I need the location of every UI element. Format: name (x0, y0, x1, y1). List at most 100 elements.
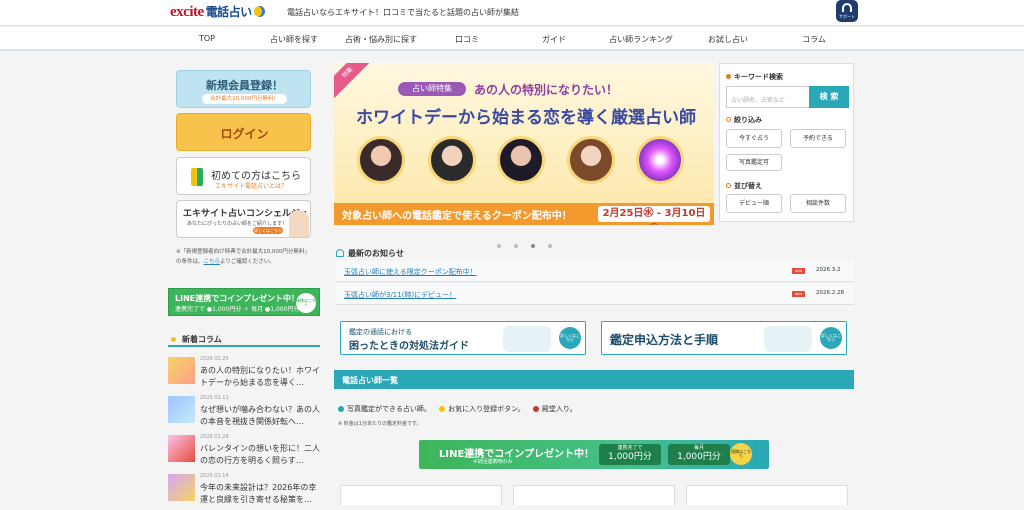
legend-text: 殿堂入り。 (541, 405, 577, 413)
column-date: 2026.02.25 (200, 356, 229, 362)
concierge-banner[interactable]: エキサイト占いコンシェルジュ あなたにぴったりの占い師をご紹介します！ 詳しくは… (176, 200, 311, 238)
news-link[interactable]: 玉弧占い師が3/11(時)にデビュー！ (344, 290, 456, 300)
news-heading-text: 最新のお知らせ (348, 249, 404, 258)
legend-text: お気に入り登録ボタン。 (448, 405, 525, 413)
fee-note: ※ 料金は1分あたりの鑑定料金です。 (338, 421, 422, 427)
trouble-guide-banner[interactable]: 鑑定の通話における 困ったときの対処法ガイド 詳しくはこちら (340, 321, 586, 355)
register-button[interactable]: 新規会員登録！ 合計最大10,000円分無料！ (176, 70, 311, 108)
column-title[interactable]: なぜ想いが噛み合わない？あの人の本音を視抜き関係好転へ… (200, 404, 320, 428)
first-time-button[interactable]: 初めての方はこちら エキサイト電話占いとは？ (176, 157, 311, 195)
news-item[interactable]: 玉弧占い師が3/11(時)にデビュー！ NEW 2026.2.28 (336, 284, 854, 305)
news-date: 2026.2.28 (816, 290, 844, 296)
logo-excite: excite (170, 4, 204, 20)
first-time-sub: エキサイト電話占いとは？ (215, 183, 288, 190)
icon-legend: 写真鑑定ができる占い師。 お気に入り登録ボタン。 殿堂入り。 (338, 404, 577, 414)
column-thumbnail (168, 396, 195, 423)
carousel-dot[interactable] (531, 244, 535, 248)
login-button[interactable]: ログイン (176, 113, 311, 151)
banner-bottom-strip: 対象占い師への電話鑑定で使えるクーポン配布中！ 2月25日㊌ - 3月10日㊋ (334, 203, 714, 225)
column-item[interactable]: 2026.01.14 今年の未来設計は？2026年の幸運と良縁を引き寄せる秘策を… (168, 473, 320, 510)
nav-top[interactable]: TOP (157, 34, 257, 43)
coin-pill-1: 連携完了で 1,000円分 (599, 444, 661, 465)
teller-card[interactable] (686, 485, 848, 505)
hall-of-fame-icon (532, 406, 539, 412)
concierge-sub: あなたにぴったりの占い師をご紹介します！ (187, 221, 288, 227)
column-thumbnail (168, 474, 195, 501)
teller-card[interactable] (513, 485, 675, 505)
filter-now[interactable]: 今すぐ占う (726, 129, 782, 148)
sort-consult-count[interactable]: 相談件数 (790, 194, 846, 213)
sort-heading: 並び替え (726, 181, 762, 191)
filter-heading-text: 絞り込み (734, 116, 762, 124)
filter-reserve[interactable]: 予約できる (790, 129, 846, 148)
banner-dates: 2月25日㊌ - 3月10日㊋ (598, 206, 710, 225)
nav-by-method[interactable]: 占術・悩み別に探す (331, 34, 431, 45)
note-link[interactable]: こちら (204, 259, 221, 265)
note-text-a: ※「新規登録者向け特典で合計最大10,000円分無料」 (176, 249, 310, 255)
main-nav: TOP 占い師を探す 占術・悩み別に探す 口コミ ガイド 占い師ランキング お試… (0, 27, 1024, 51)
teller-list-heading: 電話占い師一覧 (334, 370, 854, 389)
fortune-teller-portrait (636, 136, 684, 184)
support-button[interactable]: サポート (836, 0, 858, 22)
guide-illustration (503, 326, 551, 352)
line-main-title: LINE連携でコインプレゼント中！ (439, 449, 594, 460)
site-tagline: 電話占いならエキサイト！口コミで当たると話題の占い師が集結 (287, 8, 519, 17)
circle-icon (726, 117, 731, 122)
login-label: ログイン (220, 127, 269, 141)
guide-more-button[interactable]: 詳しくはこちら (559, 327, 581, 349)
howto-guide-banner[interactable]: 鑑定申込方法と手順 詳しくはこちら (601, 321, 847, 355)
line-banner-title: LINE連携でコインプレゼント中！ (175, 294, 299, 303)
carousel-dot[interactable] (514, 244, 518, 248)
register-note: ※「新規登録者向け特典で合計最大10,000円分無料」 の条件は、こちらよりご確認… (176, 247, 316, 267)
line-main-sub: ※初回連携時のみ (473, 459, 513, 465)
photo-icon (338, 406, 344, 412)
sort-heading-text: 並び替え (734, 182, 762, 190)
column-title[interactable]: あの人の特別になりたい！ホワイトデーから始まる恋を導く… (200, 365, 320, 389)
guide-sub: 鑑定の通話における (349, 328, 412, 336)
line-coin-banner-side[interactable]: LINE連携でコインプレゼント中！ 連携完了で ●1,000円分 ＋ 毎月 ●1… (168, 288, 320, 316)
top-header: excite 電話占い 電話占いならエキサイト！口コミで当たると話題の占い師が集結… (0, 0, 1024, 26)
column-title[interactable]: バレンタインの想いを形に！二人の恋の行方を明るく照らす… (200, 443, 320, 467)
nav-guide[interactable]: ガイド (504, 34, 604, 45)
banner-corner-ribbon: 特集 (334, 63, 375, 100)
feature-banner[interactable]: 特集 占い師特集 あの人の特別になりたい！ ホワイトデーから始まる恋を導く厳選占… (334, 63, 714, 225)
column-date: 2026.01.14 (200, 473, 229, 479)
line-coin-banner-main[interactable]: LINE連携でコインプレゼント中！ ※初回連携時のみ 連携完了で 1,000円分 … (419, 440, 769, 469)
carousel-dot[interactable] (497, 244, 501, 248)
search-button[interactable]: 検 索 (809, 86, 849, 108)
teller-card[interactable] (340, 485, 502, 505)
column-item[interactable]: 2026.02.25 あの人の特別になりたい！ホワイトデーから始まる恋を導く… (168, 356, 320, 393)
guide-more-button[interactable]: 詳しくはこちら (820, 327, 842, 349)
nav-trial[interactable]: お試し占い (678, 34, 778, 45)
sort-debut[interactable]: デビュー順 (726, 194, 782, 213)
news-link[interactable]: 玉弧占い師に使える限定クーポン配布中！ (344, 267, 477, 277)
news-item[interactable]: 玉弧占い師に使える限定クーポン配布中！ NEW 2026.3.2 (336, 261, 854, 282)
concierge-more-button[interactable]: 詳しくはこちら (253, 227, 283, 234)
carousel-dot[interactable] (548, 244, 552, 248)
nav-column[interactable]: コラム (764, 34, 864, 45)
heading-dot-icon (171, 337, 176, 342)
logo-denwa: 電話占い (205, 5, 253, 19)
filter-photo[interactable]: 写真鑑定可 (726, 154, 782, 171)
column-title[interactable]: 今年の未来設計は？2026年の幸運と良縁を引き寄せる秘策を… (200, 482, 320, 506)
fortune-teller-portrait (428, 136, 476, 184)
carousel-dots (497, 233, 565, 252)
keyword-input[interactable]: 占い師名、占術など (726, 86, 810, 108)
guide-illustration (764, 326, 812, 352)
bell-icon (336, 249, 344, 257)
search-panel: キーワード検索 占い師名、占術など 検 索 絞り込み 今すぐ占う 予約できる 写… (719, 63, 854, 222)
banner-coupon-text: 対象占い師への電話鑑定で使えるクーポン配布中！ (342, 211, 572, 222)
nav-reviews[interactable]: 口コミ (417, 34, 517, 45)
column-item[interactable]: 2026.02.11 なぜ想いが噛み合わない？あの人の本音を視抜き関係好転へ… (168, 395, 320, 432)
line-main-circle[interactable]: 連携はこちら (730, 443, 752, 465)
column-heading: 新着コラム (168, 331, 320, 347)
note-text-b: の条件は、 (176, 259, 204, 265)
guide-title: 鑑定申込方法と手順 (610, 333, 719, 347)
column-item[interactable]: 2026.01.28 バレンタインの想いを形に！二人の恋の行方を明るく照らす… (168, 434, 320, 471)
nav-find-teller[interactable]: 占い師を探す (244, 34, 344, 45)
nav-ranking[interactable]: 占い師ランキング (591, 34, 691, 45)
register-title: 新規会員登録！ (206, 79, 283, 92)
site-logo[interactable]: excite 電話占い (170, 3, 265, 21)
fortune-teller-portrait (497, 136, 545, 184)
legend-text: 写真鑑定ができる占い師。 (347, 405, 431, 413)
